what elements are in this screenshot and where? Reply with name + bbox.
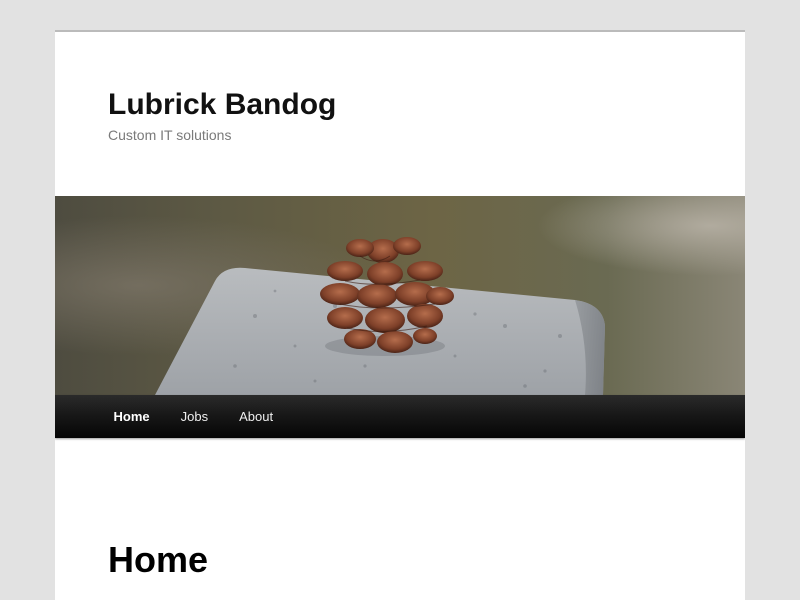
nav-item-home[interactable]: Home: [98, 395, 165, 438]
main-navigation: Home Jobs About: [55, 395, 745, 438]
nav-item-jobs[interactable]: Jobs: [165, 395, 223, 438]
site-title[interactable]: Lubrick Bandog: [108, 88, 336, 122]
page-title: Home: [108, 539, 209, 580]
nav-item-about[interactable]: About: [224, 395, 289, 438]
header-image[interactable]: [55, 196, 745, 395]
site-description: Custom IT solutions: [108, 127, 232, 143]
page-container: Lubrick Bandog Custom IT solutions Home …: [55, 30, 745, 600]
